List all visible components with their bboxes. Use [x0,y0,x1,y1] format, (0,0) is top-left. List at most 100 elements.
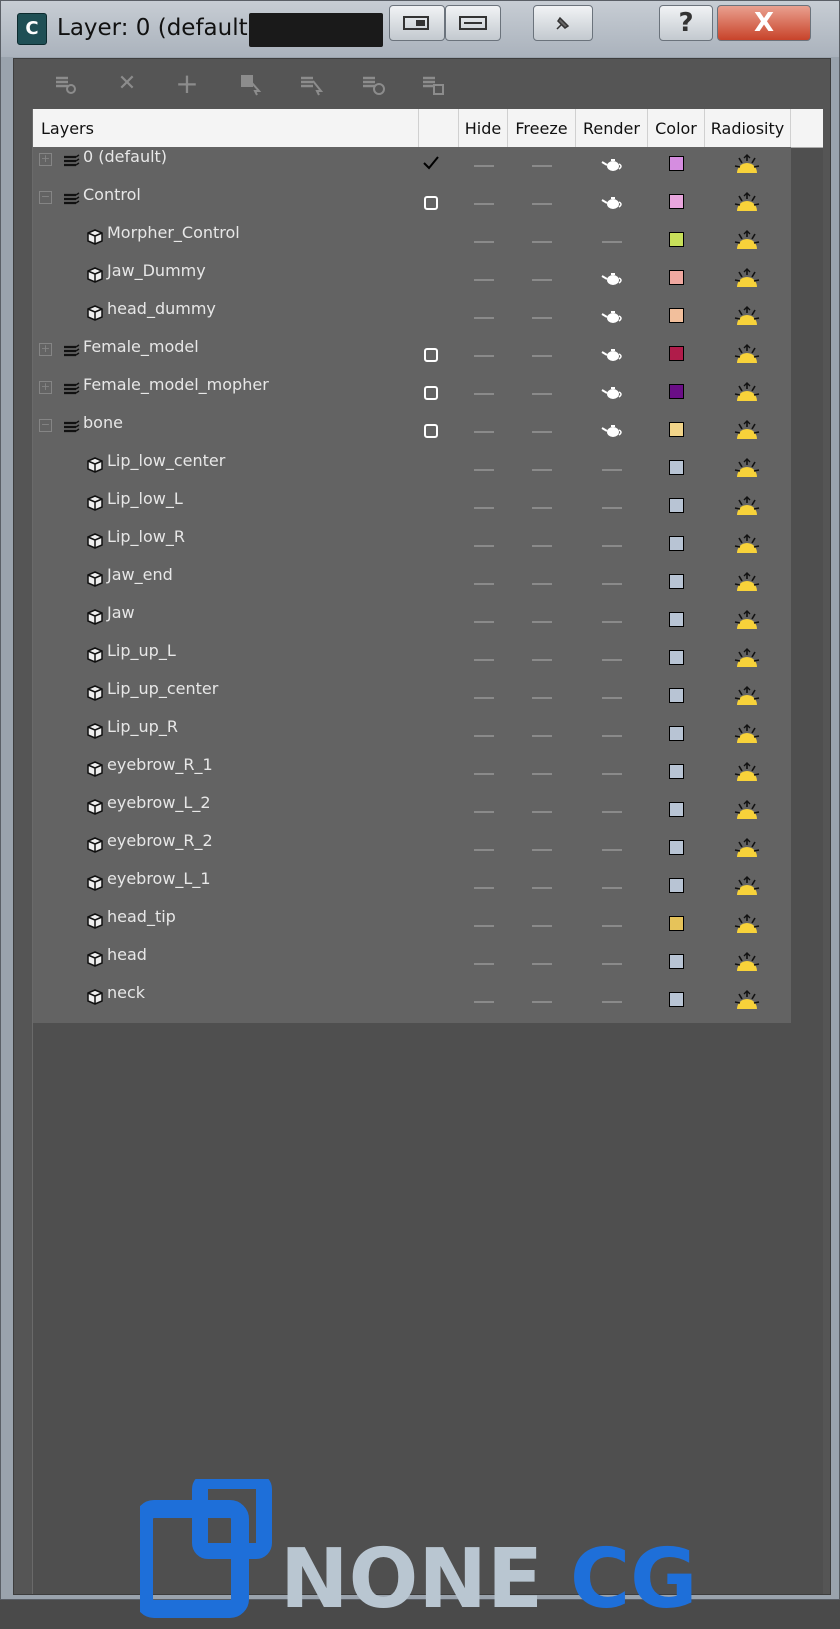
pin-button[interactable] [533,5,593,41]
radiosity-sun-icon[interactable] [734,533,760,557]
render-toggle[interactable] [602,1001,622,1003]
freeze-toggle[interactable] [532,659,552,661]
hide-toggle[interactable] [474,697,494,699]
radiosity-sun-icon[interactable] [734,875,760,899]
layer-name[interactable]: head_tip [107,907,176,926]
radiosity-sun-icon[interactable] [734,647,760,671]
column-current[interactable] [419,109,459,147]
render-toggle[interactable] [602,849,622,851]
layer-name[interactable]: eyebrow_R_2 [107,831,213,850]
render-toggle[interactable] [602,621,622,623]
column-layers[interactable]: Layers [33,109,419,147]
layer-name[interactable]: head_dummy [107,299,216,318]
freeze-toggle[interactable] [532,203,552,205]
column-radiosity[interactable]: Radiosity [705,109,791,147]
render-teapot-icon[interactable] [601,308,623,324]
new-layer-button[interactable] [50,69,80,99]
hide-toggle[interactable] [474,279,494,281]
hide-toggle[interactable] [474,165,494,167]
render-toggle[interactable] [602,963,622,965]
render-toggle[interactable] [602,241,622,243]
hide-toggle[interactable] [474,393,494,395]
render-toggle[interactable] [602,887,622,889]
hide-toggle[interactable] [474,431,494,433]
freeze-toggle[interactable] [532,697,552,699]
freeze-toggle[interactable] [532,241,552,243]
color-swatch[interactable] [669,650,684,665]
color-swatch[interactable] [669,878,684,893]
layer-name[interactable]: Lip_up_L [107,641,176,660]
layer-name[interactable]: Female_model [83,337,199,356]
make-current-box-icon[interactable] [421,191,441,211]
table-row[interactable]: − Control [33,185,791,223]
title-bar[interactable]: C Layer: 0 (default) ? X [1,1,839,57]
hide-toggle[interactable] [474,811,494,813]
table-row[interactable]: Lip_up_R [33,717,791,755]
table-row[interactable]: Morpher_Control [33,223,791,261]
table-row[interactable]: Lip_up_L [33,641,791,679]
radiosity-sun-icon[interactable] [734,495,760,519]
color-swatch[interactable] [669,726,684,741]
hide-freeze-button[interactable] [418,69,448,99]
table-row[interactable]: eyebrow_L_1 [33,869,791,907]
radiosity-sun-icon[interactable] [734,761,760,785]
select-layer-button[interactable] [296,69,326,99]
hide-toggle[interactable] [474,545,494,547]
hide-toggle[interactable] [474,355,494,357]
hide-toggle[interactable] [474,659,494,661]
radiosity-sun-icon[interactable] [734,153,760,177]
color-swatch[interactable] [669,916,684,931]
layer-name[interactable]: Jaw_Dummy [107,261,206,280]
radiosity-sun-icon[interactable] [734,685,760,709]
radiosity-sun-icon[interactable] [734,343,760,367]
render-toggle[interactable] [602,773,622,775]
layer-name[interactable]: Morpher_Control [107,223,240,242]
table-row[interactable]: Jaw_end [33,565,791,603]
color-swatch[interactable] [669,954,684,969]
render-teapot-icon[interactable] [601,346,623,362]
render-toggle[interactable] [602,925,622,927]
render-teapot-icon[interactable] [601,384,623,400]
hide-toggle[interactable] [474,1001,494,1003]
radiosity-sun-icon[interactable] [734,457,760,481]
radiosity-sun-icon[interactable] [734,381,760,405]
freeze-toggle[interactable] [532,279,552,281]
freeze-toggle[interactable] [532,317,552,319]
hide-toggle[interactable] [474,849,494,851]
color-swatch[interactable] [669,422,684,437]
color-swatch[interactable] [669,764,684,779]
layer-name[interactable]: Lip_low_L [107,489,183,508]
layer-name[interactable]: Lip_up_center [107,679,218,698]
color-swatch[interactable] [669,232,684,247]
table-row[interactable]: neck [33,983,791,1021]
radiosity-sun-icon[interactable] [734,989,760,1013]
render-toggle[interactable] [602,583,622,585]
render-toggle[interactable] [602,507,622,509]
table-row[interactable]: head_tip [33,907,791,945]
table-row[interactable]: head [33,945,791,983]
layer-name[interactable]: bone [83,413,123,432]
freeze-toggle[interactable] [532,583,552,585]
color-swatch[interactable] [669,346,684,361]
render-toggle[interactable] [602,469,622,471]
freeze-toggle[interactable] [532,735,552,737]
hide-toggle[interactable] [474,583,494,585]
dock-button[interactable] [445,5,501,41]
hide-toggle[interactable] [474,735,494,737]
render-teapot-icon[interactable] [601,422,623,438]
table-row[interactable]: head_dummy [33,299,791,337]
make-current-box-icon[interactable] [421,343,441,363]
radiosity-sun-icon[interactable] [734,229,760,253]
color-swatch[interactable] [669,498,684,513]
radiosity-sun-icon[interactable] [734,913,760,937]
table-row[interactable]: − bone [33,413,791,451]
render-teapot-icon[interactable] [601,270,623,286]
radiosity-sun-icon[interactable] [734,419,760,443]
table-row[interactable]: Lip_low_center [33,451,791,489]
hide-toggle[interactable] [474,773,494,775]
radiosity-sun-icon[interactable] [734,609,760,633]
color-swatch[interactable] [669,308,684,323]
render-toggle[interactable] [602,697,622,699]
color-swatch[interactable] [669,194,684,209]
layer-name[interactable]: neck [107,983,145,1002]
